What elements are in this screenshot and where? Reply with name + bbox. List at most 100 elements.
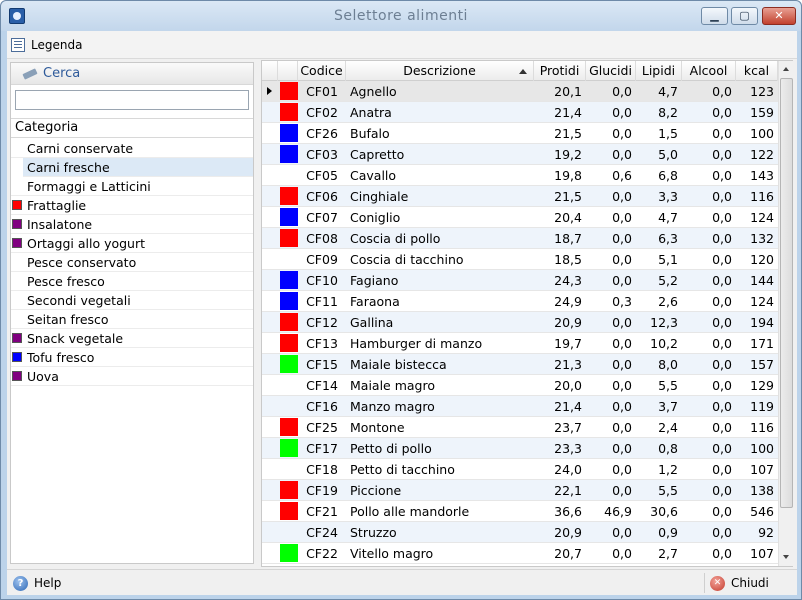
table-row[interactable]: CF03 Capretto 19,2 0,0 5,0 0,0 122 [262, 144, 778, 165]
category-item[interactable]: Uova [11, 367, 253, 386]
cell-code: CF16 [306, 399, 338, 414]
cell-kcal: 138 [750, 483, 774, 498]
category-item[interactable]: Seitan fresco [11, 310, 253, 329]
table-row[interactable]: CF13 Hamburger di manzo 19,7 0,0 10,2 0,0 171 [262, 333, 778, 354]
cell-carbs: 0,0 [612, 147, 632, 162]
header-description[interactable]: Descrizione [346, 61, 534, 81]
table-row[interactable]: CF02 Anatra 21,4 0,0 8,2 0,0 159 [262, 102, 778, 123]
minimize-button[interactable]: ▁ [701, 7, 728, 25]
title-bar[interactable]: Selettore alimenti ▁ ▢ ✕ [1, 1, 801, 31]
row-color-swatch [280, 481, 298, 499]
scroll-up-icon[interactable] [779, 61, 794, 78]
row-indicator [262, 291, 278, 312]
table-row[interactable]: CF26 Bufalo 21,5 0,0 1,5 0,0 100 [262, 123, 778, 144]
cell-color [278, 396, 298, 417]
row-indicator [262, 501, 278, 522]
table-row[interactable]: CF09 Coscia di tacchino 18,5 0,0 5,1 0,0 120 [262, 249, 778, 270]
table-row[interactable]: CF25 Montone 23,7 0,0 2,4 0,0 116 [262, 417, 778, 438]
cell-protein: 21,3 [554, 357, 582, 372]
category-item[interactable]: Frattaglie [11, 196, 253, 215]
table-row[interactable]: CF01 Agnello 20,1 0,0 4,7 0,0 123 [262, 81, 778, 102]
cell-alcohol: 0,0 [712, 315, 732, 330]
filter-panel: Cerca Categoria Carni conservate Carni fr… [10, 62, 254, 564]
table-row[interactable]: CF14 Maiale magro 20,0 0,0 5,5 0,0 129 [262, 375, 778, 396]
cell-kcal: 107 [750, 546, 774, 561]
header-code[interactable]: Codice [298, 61, 346, 81]
cell-protein: 24,0 [554, 462, 582, 477]
category-item[interactable]: Pesce fresco [11, 272, 253, 291]
row-color-swatch [280, 187, 298, 205]
category-item[interactable]: Pesce conservato [11, 253, 253, 272]
cell-carbs: 0,0 [612, 546, 632, 561]
row-indicator [262, 81, 278, 102]
table-row[interactable]: CF11 Faraona 24,9 0,3 2,6 0,0 124 [262, 291, 778, 312]
vertical-scrollbar[interactable] [778, 61, 793, 566]
cell-code: CF19 [306, 483, 338, 498]
search-header-label: Cerca [43, 66, 81, 81]
table-row[interactable]: CF06 Cinghiale 21,5 0,0 3,3 0,0 116 [262, 186, 778, 207]
header-alcohol[interactable]: Alcool [682, 61, 736, 81]
category-item[interactable]: Ortaggi allo yogurt [11, 234, 253, 253]
cell-alcohol: 0,0 [712, 168, 732, 183]
cell-carbs: 0,0 [612, 357, 632, 372]
table-row[interactable]: CF12 Gallina 20,9 0,0 12,3 0,0 194 [262, 312, 778, 333]
category-item[interactable]: Carni fresche [23, 158, 253, 177]
header-carbs[interactable]: Glucidi [586, 61, 636, 81]
table-row[interactable]: CF18 Petto di tacchino 24,0 0,0 1,2 0,0 107 [262, 459, 778, 480]
table-row[interactable]: CF24 Struzzo 20,9 0,0 0,9 0,0 92 [262, 522, 778, 543]
cell-alcohol: 0,0 [712, 189, 732, 204]
cell-color [278, 144, 298, 165]
legend-button[interactable]: Legenda [11, 35, 82, 55]
cell-alcohol: 0,0 [712, 105, 732, 120]
cell-code: CF08 [306, 231, 338, 246]
category-label: Insalatone [27, 216, 93, 232]
cell-alcohol: 0,0 [712, 210, 732, 225]
cell-code: CF11 [306, 294, 338, 309]
header-kcal[interactable]: kcal [736, 61, 778, 81]
header-protein[interactable]: Protidi [534, 61, 586, 81]
pencil-icon [22, 67, 38, 80]
category-swatch-slot [11, 329, 23, 348]
cell-carbs: 46,9 [604, 504, 632, 519]
cell-code: CF05 [306, 168, 338, 183]
cell-kcal: 100 [750, 441, 774, 456]
category-item[interactable]: Secondi vegetali [11, 291, 253, 310]
window-close-button[interactable]: ✕ [762, 7, 796, 25]
row-indicator [262, 249, 278, 270]
row-color-swatch [280, 439, 298, 457]
table-row[interactable]: CF22 Vitello magro 20,7 0,0 2,7 0,0 107 [262, 543, 778, 564]
row-indicator [262, 312, 278, 333]
maximize-button[interactable]: ▢ [731, 7, 758, 25]
category-item[interactable]: Tofu fresco [11, 348, 253, 367]
category-item[interactable]: Formaggi e Latticini [11, 177, 253, 196]
category-swatch-slot [11, 196, 23, 215]
food-grid: Codice Descrizione Protidi Glucidi Lipid… [261, 60, 793, 567]
table-row[interactable]: CF07 Coniglio 20,4 0,0 4,7 0,0 124 [262, 207, 778, 228]
close-button[interactable]: ✕ Chiudi [710, 574, 769, 592]
category-item[interactable]: Snack vegetale [11, 329, 253, 348]
table-row[interactable]: CF16 Manzo magro 21,4 0,0 3,7 0,0 119 [262, 396, 778, 417]
cell-alcohol: 0,0 [712, 420, 732, 435]
table-row[interactable]: CF21 Pollo alle mandorle 36,6 46,9 30,6 0,0 54… [262, 501, 778, 522]
table-row[interactable]: CF05 Cavallo 19,8 0,6 6,8 0,0 143 [262, 165, 778, 186]
table-row[interactable]: CF17 Petto di pollo 23,3 0,0 0,8 0,0 100 [262, 438, 778, 459]
category-item[interactable]: Carni conservate [11, 139, 253, 158]
header-fat[interactable]: Lipidi [636, 61, 682, 81]
cell-alcohol: 0,0 [712, 525, 732, 540]
table-row[interactable]: CF19 Piccione 22,1 0,0 5,5 0,0 138 [262, 480, 778, 501]
category-item[interactable]: Insalatone [11, 215, 253, 234]
cell-kcal: 124 [750, 294, 774, 309]
search-input[interactable] [15, 90, 249, 110]
search-header[interactable]: Cerca [11, 63, 253, 85]
row-indicator [262, 417, 278, 438]
table-row[interactable]: CF08 Coscia di pollo 18,7 0,0 6,3 0,0 132 [262, 228, 778, 249]
help-button[interactable]: ? Help [13, 574, 61, 592]
table-row[interactable]: CF15 Maiale bistecca 21,3 0,0 8,0 0,0 157 [262, 354, 778, 375]
scroll-thumb[interactable] [780, 78, 793, 508]
cell-code: CF21 [306, 504, 338, 519]
scroll-down-icon[interactable] [779, 549, 794, 566]
cell-protein: 20,4 [554, 210, 582, 225]
cell-kcal: 159 [750, 105, 774, 120]
cell-color [278, 522, 298, 543]
table-row[interactable]: CF10 Fagiano 24,3 0,0 5,2 0,0 144 [262, 270, 778, 291]
